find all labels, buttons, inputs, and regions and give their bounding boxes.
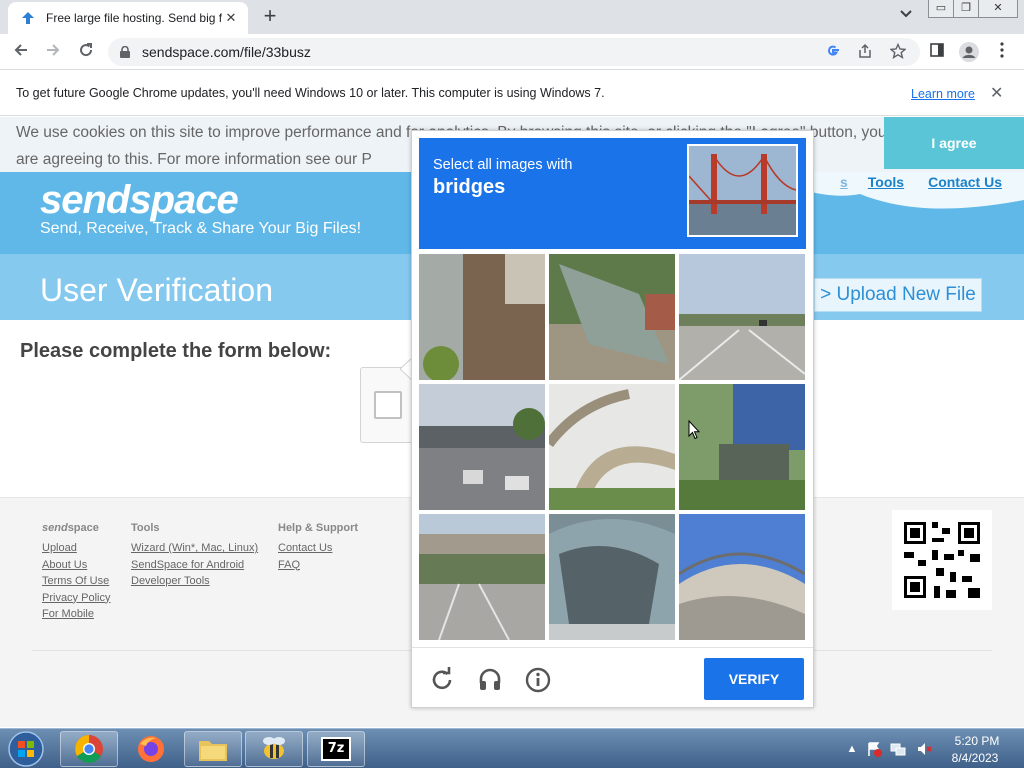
- tab-title: Free large file hosting. Send big f: [46, 11, 222, 25]
- bee-icon: [263, 737, 285, 759]
- side-panel-icon[interactable]: [927, 42, 947, 62]
- nav-link-contact[interactable]: Contact Us: [928, 174, 1002, 190]
- url-text: sendspace.com/file/33busz: [142, 44, 311, 60]
- tab-search-chevron-icon[interactable]: [896, 7, 916, 27]
- captcha-tile-4[interactable]: [419, 384, 545, 510]
- page-title: User Verification: [40, 272, 273, 308]
- footer-link-wizard[interactable]: Wizard (Win*, Mac, Linux): [131, 540, 258, 557]
- qr-code: [892, 510, 992, 610]
- chrome-icon: [75, 735, 103, 763]
- infobar-message: To get future Google Chrome updates, you…: [16, 86, 605, 100]
- challenge-instruction: Select all images with: [433, 157, 573, 173]
- taskbar-firefox[interactable]: [122, 731, 180, 767]
- upload-new-file-button[interactable]: > Upload New File: [814, 278, 982, 312]
- nav-link-tools[interactable]: Tools: [868, 174, 904, 190]
- infobar-close-icon[interactable]: ✕: [990, 83, 1003, 103]
- browser-tab[interactable]: Free large file hosting. Send big f ✕: [8, 2, 248, 34]
- footer-link-upload[interactable]: Upload: [42, 540, 110, 557]
- footer-link-contact[interactable]: Contact Us: [278, 540, 358, 557]
- clock-time[interactable]: 5:20 PM: [952, 734, 1002, 748]
- menu-kebab-icon[interactable]: [992, 42, 1012, 62]
- minimize-button[interactable]: ▭: [928, 0, 954, 18]
- nav-link-partial[interactable]: s: [840, 174, 848, 190]
- profile-avatar-icon[interactable]: [959, 42, 979, 62]
- captcha-tile-7[interactable]: [419, 514, 545, 640]
- footer-link-privacy[interactable]: Privacy Policy: [42, 590, 110, 607]
- windows-taskbar: 7z ▲ 5:20 PM 8/4/2023: [0, 728, 1024, 768]
- image-grid: [419, 254, 806, 641]
- captcha-tile-2[interactable]: [549, 254, 675, 380]
- footer-heading-send: send: [42, 522, 68, 534]
- captcha-tile-9[interactable]: [679, 514, 805, 640]
- recaptcha-challenge: Select all images with bridges VERIFY: [411, 130, 814, 708]
- captcha-tile-5[interactable]: [549, 384, 675, 510]
- captcha-tile-1[interactable]: [419, 254, 545, 380]
- footer-heading-sendspace: sendspace: [42, 522, 110, 534]
- update-infobar: To get future Google Chrome updates, you…: [0, 71, 1024, 116]
- footer-link-android[interactable]: SendSpace for Android: [131, 557, 258, 574]
- taskbar-bee-app[interactable]: [245, 731, 303, 767]
- footer-heading-tools: Tools: [131, 522, 160, 534]
- verify-button[interactable]: VERIFY: [704, 658, 804, 700]
- footer-link-about[interactable]: About Us: [42, 557, 110, 574]
- footer-col-sendspace: sendspace Upload About Us Terms Of Use P…: [42, 522, 110, 623]
- captcha-tile-8[interactable]: [549, 514, 675, 640]
- new-tab-button[interactable]: +: [258, 5, 282, 29]
- footer-col-help: Help & Support Contact Us FAQ: [278, 522, 358, 573]
- captcha-tile-6[interactable]: [679, 384, 805, 510]
- forward-arrow-icon[interactable]: [41, 40, 65, 64]
- sendspace-logo[interactable]: sendspace: [40, 178, 239, 223]
- 7zip-label: 7z: [327, 741, 345, 756]
- google-lens-icon[interactable]: [824, 43, 842, 61]
- share-icon[interactable]: [856, 43, 874, 61]
- taskbar-file-explorer[interactable]: [184, 731, 242, 767]
- footer-link-devtools[interactable]: Developer Tools: [131, 573, 258, 590]
- reload-challenge-icon[interactable]: [429, 667, 455, 693]
- tab-strip: Free large file hosting. Send big f ✕ + …: [0, 0, 1024, 34]
- network-icon[interactable]: [890, 741, 906, 757]
- firefox-icon: [138, 736, 164, 762]
- bookmark-star-icon[interactable]: [889, 42, 907, 61]
- footer-heading-help: Help & Support: [278, 522, 359, 534]
- tab-close-icon[interactable]: ✕: [222, 9, 240, 27]
- footer-link-terms[interactable]: Terms Of Use: [42, 573, 110, 590]
- volume-muted-icon[interactable]: [916, 741, 932, 757]
- footer-heading-space: space: [67, 522, 99, 534]
- learn-more-link[interactable]: Learn more: [911, 87, 975, 101]
- restore-button[interactable]: ❐: [953, 0, 979, 18]
- i-agree-button[interactable]: I agree: [884, 117, 1024, 169]
- address-bar[interactable]: sendspace.com/file/33busz: [108, 38, 920, 66]
- challenge-target: bridges: [433, 176, 506, 198]
- reload-icon[interactable]: [74, 40, 98, 64]
- taskbar-chrome[interactable]: [60, 731, 118, 767]
- footer-col-tools: Tools Wizard (Win*, Mac, Linux) SendSpac…: [131, 522, 258, 590]
- challenge-footer: VERIFY: [412, 647, 813, 707]
- info-icon[interactable]: [525, 667, 551, 693]
- audio-challenge-icon[interactable]: [477, 667, 503, 693]
- folder-icon: [199, 741, 227, 761]
- lock-icon[interactable]: [120, 45, 130, 58]
- challenge-header: Select all images with bridges: [419, 138, 806, 249]
- footer-link-mobile[interactable]: For Mobile: [42, 606, 110, 623]
- back-arrow-icon[interactable]: [9, 40, 33, 64]
- mouse-cursor-icon: [688, 420, 700, 440]
- recaptcha-checkbox[interactable]: [374, 391, 402, 419]
- 7zip-icon: 7z: [321, 737, 351, 761]
- browser-toolbar: sendspace.com/file/33busz: [0, 34, 1024, 70]
- top-nav: s Tools Contact Us: [840, 174, 1002, 190]
- window-close-button[interactable]: ✕: [978, 0, 1018, 18]
- sample-bridge-image: [687, 144, 798, 237]
- captcha-tile-3[interactable]: [679, 254, 805, 380]
- logo-text: sendspace: [40, 178, 239, 222]
- tagline: Send, Receive, Track & Share Your Big Fi…: [40, 220, 362, 237]
- sendspace-favicon-icon: [20, 10, 36, 26]
- action-center-flag-icon[interactable]: [866, 741, 882, 757]
- show-hidden-icons-icon[interactable]: ▲: [844, 741, 860, 757]
- taskbar-7zip[interactable]: 7z: [307, 731, 365, 767]
- clock-date[interactable]: 8/4/2023: [946, 751, 1004, 765]
- footer-link-faq[interactable]: FAQ: [278, 557, 358, 574]
- form-heading: Please complete the form below:: [20, 340, 332, 362]
- start-button[interactable]: [4, 730, 48, 768]
